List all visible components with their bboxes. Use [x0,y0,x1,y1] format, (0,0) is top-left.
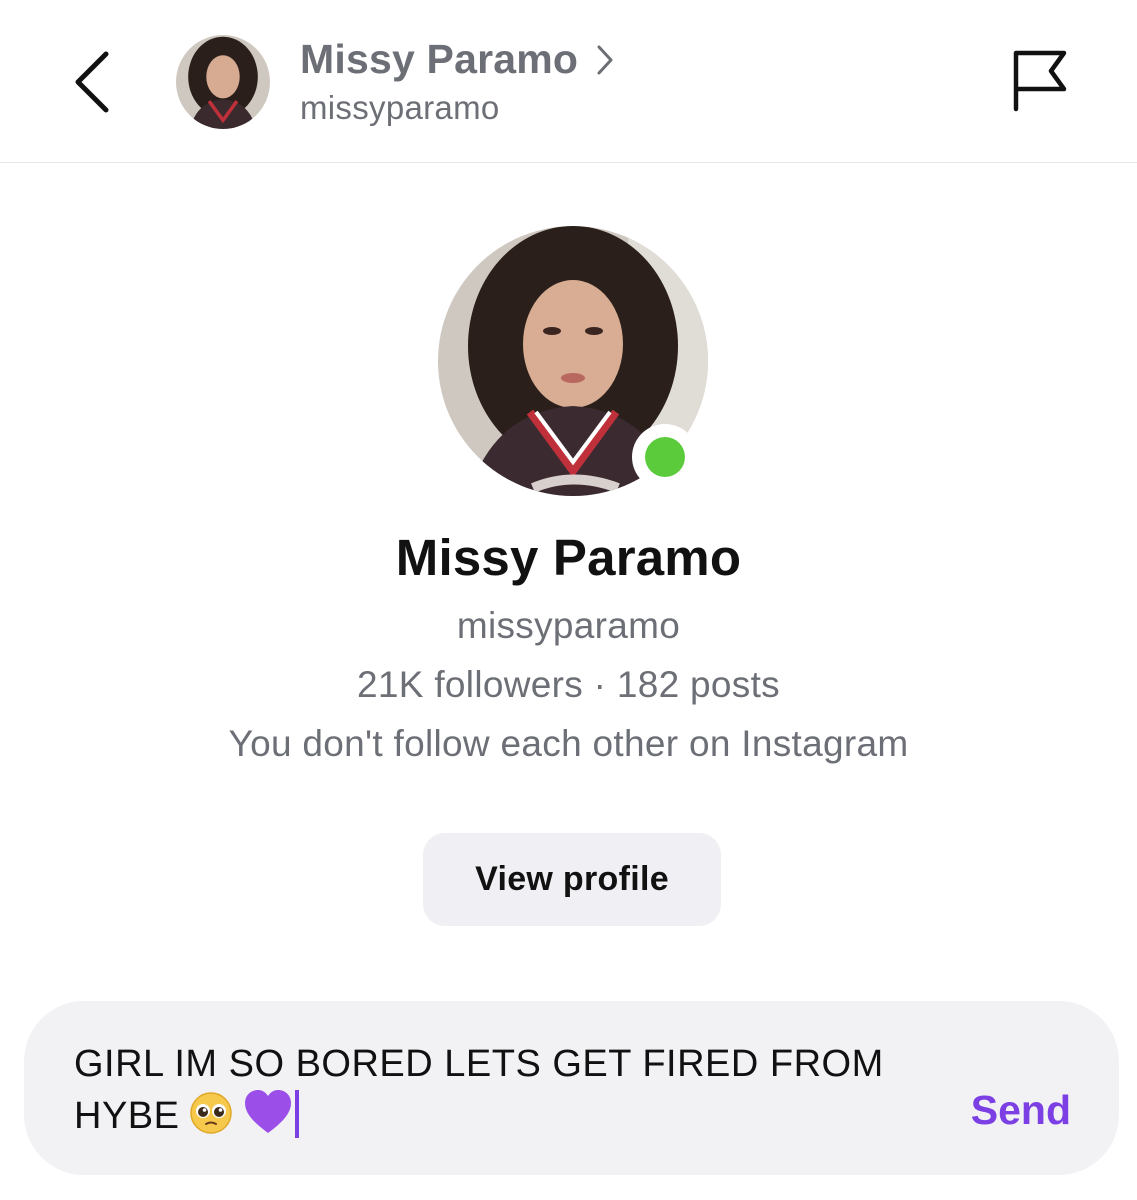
header-name-link[interactable]: Missy Paramo [300,36,614,83]
header-avatar[interactable] [176,35,270,129]
header-name: Missy Paramo [300,36,579,82]
chevron-right-icon [596,44,614,76]
message-input[interactable]: GIRL IM SO BORED LETS GET FIRED FROM HYB… [74,1039,904,1148]
pleading-face-emoji [187,1091,235,1148]
purple-heart-emoji [243,1089,293,1148]
profile-username: missyparamo [456,605,681,646]
send-button[interactable]: Send [971,1087,1071,1134]
view-profile-button[interactable]: View profile [423,833,721,926]
back-button[interactable] [62,42,122,122]
text-cursor [295,1090,300,1138]
avatar-photo [176,35,270,129]
conversation-header: Missy Paramo missyparamo [0,0,1137,163]
online-status-indicator [632,424,698,490]
header-username: missyparamo [300,89,500,126]
message-composer[interactable]: GIRL IM SO BORED LETS GET FIRED FROM HYB… [24,1001,1119,1175]
profile-stats: 21K followers · 182 posts [357,664,780,705]
profile-name: Missy Paramo [395,529,742,586]
chevron-left-icon [75,51,109,113]
report-button[interactable] [1000,40,1080,120]
follow-status: You don't follow each other on Instagram [228,723,909,764]
flag-icon [1013,50,1067,112]
